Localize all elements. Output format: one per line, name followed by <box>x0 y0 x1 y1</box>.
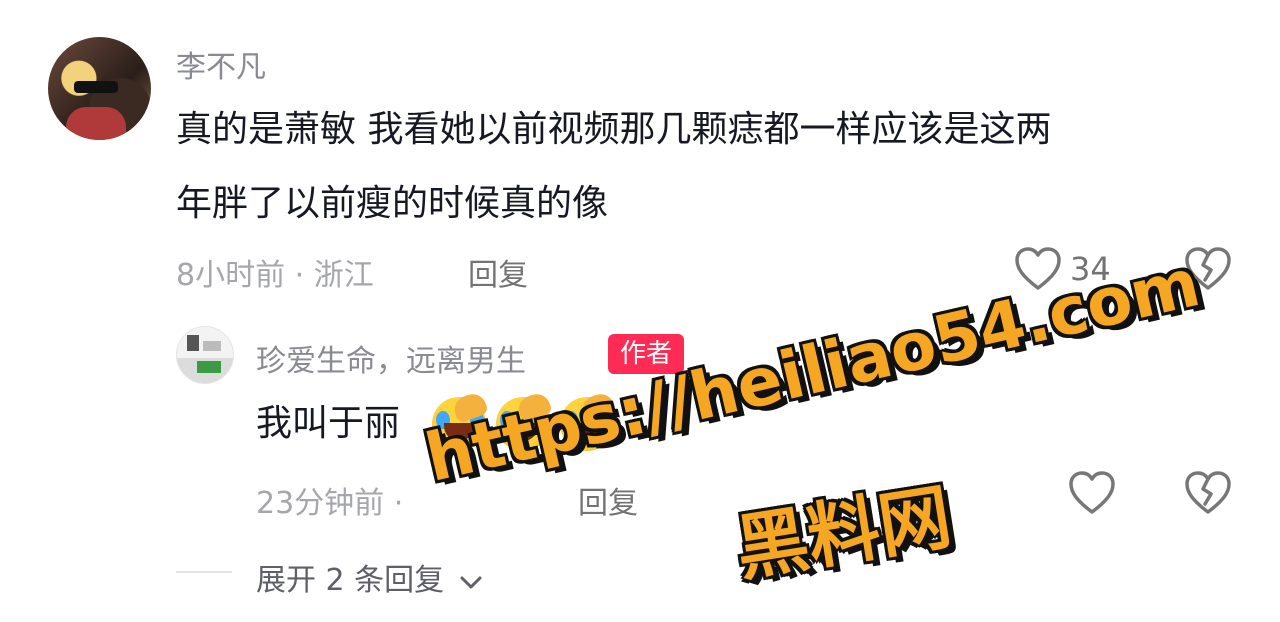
avatar-detail <box>197 361 221 373</box>
watermark-name: 黑料网 <box>730 474 957 592</box>
reply-button[interactable]: 回复 <box>578 478 638 522</box>
comment-text-line-2: 年胖了以前瘦的时候真的像 <box>176 183 609 224</box>
comment-text-line-1: 真的是萧敏 我看她以前视频那几颗痣都一样应该是这两 <box>176 109 1052 150</box>
avatar-detail <box>187 335 199 351</box>
comment-meta: 8小时前 · 浙江 <box>176 258 374 293</box>
comment-username[interactable]: 李不凡 <box>176 42 266 86</box>
chevron-down-icon <box>460 576 482 588</box>
broken-heart-icon <box>1185 471 1231 514</box>
avatar-glasses <box>74 81 118 93</box>
avatar-detail <box>203 341 221 351</box>
reply-meta: 23分钟前 · <box>256 486 404 521</box>
avatar[interactable] <box>48 37 151 140</box>
avatar-shirt <box>66 107 126 140</box>
reply-username[interactable]: 珍爱生命，远离男生 <box>256 336 526 380</box>
avatar[interactable] <box>176 326 234 384</box>
reply-button[interactable]: 回复 <box>468 250 528 294</box>
divider <box>176 571 232 573</box>
expand-replies-button[interactable]: 展开 2 条回复 <box>256 555 484 599</box>
expand-replies-label: 展开 2 条回复 <box>256 563 445 598</box>
heart-outline-icon <box>1069 471 1115 514</box>
like-button[interactable] <box>1068 470 1116 520</box>
reply-text: 我叫于丽 <box>256 403 401 444</box>
watermark-url: https://heiliao54.com <box>418 244 1207 497</box>
dislike-button[interactable] <box>1184 470 1232 520</box>
